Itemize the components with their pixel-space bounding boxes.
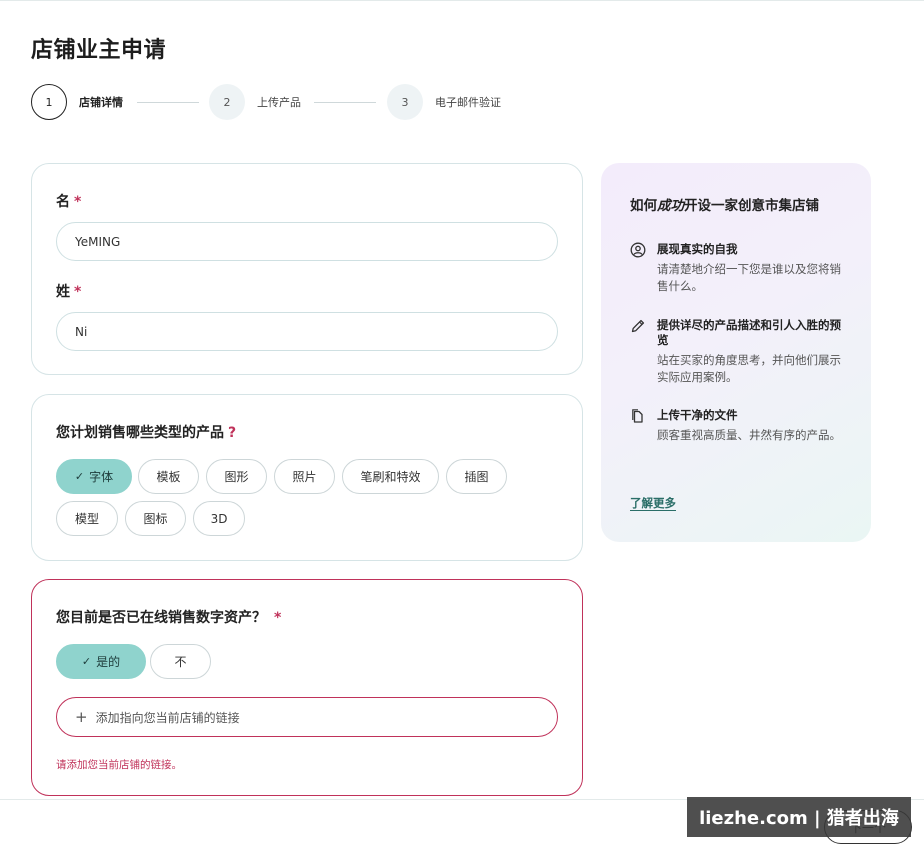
last-name-input[interactable]: Ni [56, 312, 558, 351]
tips-panel: 如何成功开设一家创意市集店铺 展现真实的自我 请清楚地介绍一下您是谁以及您将销售… [601, 163, 871, 542]
tips-panel-title: 如何成功开设一家创意市集店铺 [630, 198, 819, 214]
plus-icon: + [75, 708, 88, 726]
chip-3d[interactable]: 3D [193, 501, 245, 536]
check-icon: ✓ [81, 655, 92, 668]
tip-item: 展现真实的自我 请清楚地介绍一下您是谁以及您将销售什么。 [630, 242, 850, 302]
pencil-icon [631, 319, 645, 333]
tip-title: 展现真实的自我 [657, 242, 738, 256]
product-type-options: ✓ 字体 模板 图形 照片 笔刷和特效 插图 模型 图标 3D [56, 459, 566, 539]
chip-template[interactable]: 模板 [138, 459, 199, 494]
first-name-input[interactable]: YeMING [56, 222, 558, 261]
chip-font[interactable]: ✓ 字体 [56, 459, 132, 494]
chip-illustrations[interactable]: 插图 [446, 459, 507, 494]
tip-title: 提供详尽的产品描述和引人入胜的预览 [657, 318, 841, 347]
step-1-number: 1 [31, 84, 67, 120]
chip-graphics[interactable]: 图形 [206, 459, 267, 494]
step-2-label: 上传产品 [257, 96, 301, 109]
tip-item: 上传干净的文件 顾客重视高质量、井然有序的产品。 [630, 408, 850, 468]
step-3[interactable]: 3 电子邮件验证 [387, 84, 501, 120]
tip-body: 站在买家的角度思考，并向他们展示实际应用案例。 [657, 353, 841, 384]
step-1[interactable]: 1 店铺详情 [31, 84, 123, 120]
selling-online-card: 您目前是否已在线销售数字资产？ * ✓ 是的 不 + 添加指向您当前店铺的链接 请添… [31, 579, 583, 796]
watermark: liezhe.com | 猎者出海 [687, 797, 911, 837]
step-3-label: 电子邮件验证 [435, 96, 501, 109]
chip-brushes-effects[interactable]: 笔刷和特效 [342, 459, 439, 494]
step-3-number: 3 [387, 84, 423, 120]
product-types-question: 您计划销售哪些类型的产品? [56, 425, 237, 441]
store-link-placeholder: 添加指向您当前店铺的链接 [95, 710, 240, 725]
selling-online-question: 您目前是否已在线销售数字资产？ * [56, 610, 282, 626]
tip-body: 顾客重视高质量、井然有序的产品。 [657, 428, 841, 442]
no-button[interactable]: 不 [150, 644, 211, 679]
file-icon [632, 409, 643, 423]
tip-title: 上传干净的文件 [657, 408, 738, 422]
product-types-card: 您计划销售哪些类型的产品? ✓ 字体 模板 图形 照片 笔刷和特效 插图 模型 图… [31, 394, 583, 561]
chip-mockups[interactable]: 模型 [56, 501, 118, 536]
tip-item: 提供详尽的产品描述和引人入胜的预览 站在买家的角度思考，并向他们展示实际应用案例… [630, 318, 850, 388]
chip-photos[interactable]: 照片 [274, 459, 335, 494]
first-name-label: 名 * [56, 194, 82, 210]
store-link-input[interactable]: + 添加指向您当前店铺的链接 [56, 697, 558, 737]
learn-more-link[interactable]: 了解更多 [630, 495, 676, 511]
top-divider [0, 0, 924, 1]
last-name-label: 姓 * [56, 284, 82, 300]
step-1-label: 店铺详情 [79, 96, 123, 109]
step-connector [314, 102, 376, 103]
error-message: 请添加您当前店铺的链接。 [56, 759, 182, 771]
yes-button[interactable]: ✓ 是的 [56, 644, 146, 679]
step-2-number: 2 [209, 84, 245, 120]
step-2[interactable]: 2 上传产品 [209, 84, 301, 120]
page-title: 店铺业主申请 [31, 38, 167, 63]
check-icon: ✓ [74, 470, 85, 483]
tip-body: 请清楚地介绍一下您是谁以及您将销售什么。 [657, 262, 841, 293]
user-circle-icon [630, 242, 646, 258]
name-card: 名 * YeMING 姓 * Ni [31, 163, 583, 375]
chip-icons[interactable]: 图标 [125, 501, 186, 536]
step-connector [137, 102, 199, 103]
